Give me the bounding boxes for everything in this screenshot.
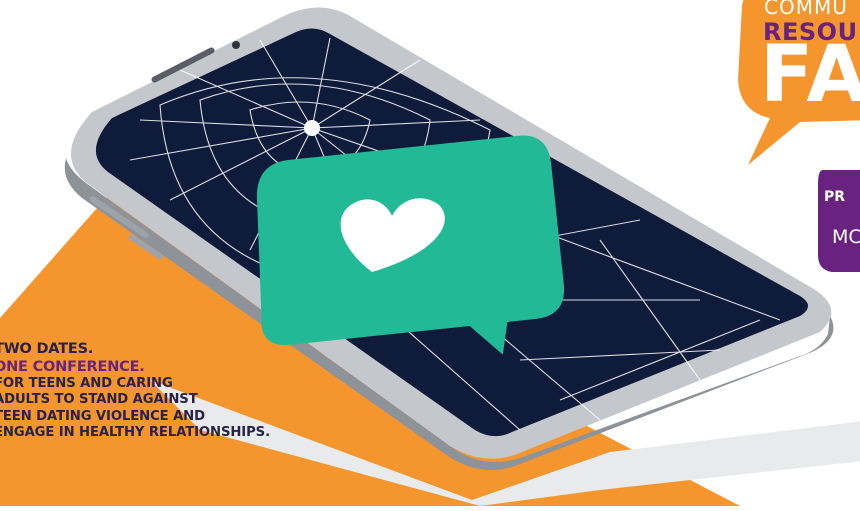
description-line: ENGAGE IN HEALTHY RELATIONSHIPS. [0, 424, 270, 440]
purple-tag [818, 170, 860, 272]
purple-tag-line1: PR [824, 189, 846, 205]
headline-two-dates: TWO DATES. [0, 341, 94, 357]
speech-bubble-line1: COMMU [764, 0, 848, 19]
flyer-text-block: TWO DATES. ONE CONFERENCE. FOR TEENS AND… [0, 341, 414, 441]
purple-tag-line2: MC [832, 226, 860, 248]
speech-bubble-line3: FA [760, 30, 860, 120]
headline-one-conference: ONE CONFERENCE. [0, 358, 145, 375]
description-line: TEEN DATING VIOLENCE AND [0, 408, 205, 424]
crack-impact-point [304, 120, 320, 136]
description-line: FOR TEENS AND CARING [0, 376, 173, 392]
description-line: ADULTS TO STAND AGAINST [0, 392, 198, 408]
front-camera [232, 41, 240, 49]
